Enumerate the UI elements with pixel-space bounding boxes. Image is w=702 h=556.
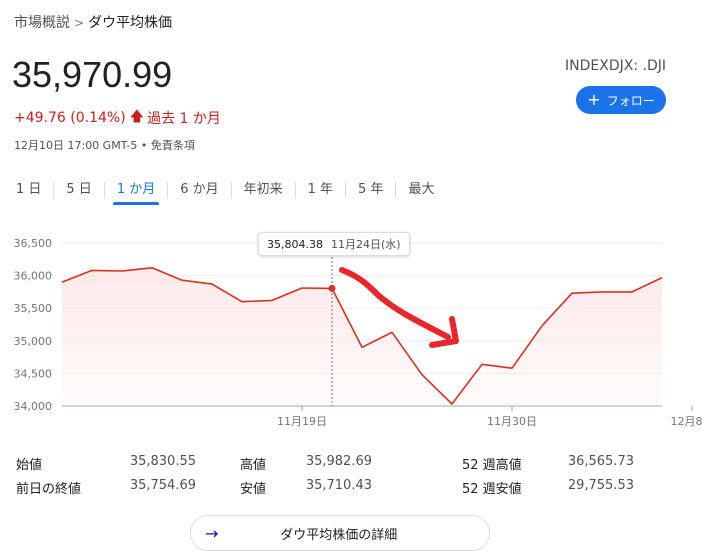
tab-1d[interactable]: 1 日	[4, 174, 53, 205]
price-change-period: 過去 1 か月	[147, 111, 221, 127]
breadcrumb: 市場概説 > ダウ平均株価	[14, 12, 172, 32]
stat-value-low: 35,710.43	[305, 478, 372, 493]
stat-label-high: 高値	[240, 458, 267, 473]
stat-label-prev-close: 前日の終値	[16, 482, 82, 497]
breadcrumb-separator: >	[74, 16, 85, 30]
stat-value-high: 35,982.69	[305, 454, 372, 469]
y-tick-label: 34,500	[14, 367, 53, 380]
price-change-value: +49.76 (0.14%)	[14, 110, 126, 126]
stat-value-prev-close: 35,754.69	[129, 478, 196, 493]
tab-1m[interactable]: 1 か月	[105, 174, 167, 205]
details-button[interactable]: → ダウ平均株価の詳細	[190, 515, 490, 551]
details-button-label: ダウ平均株価の詳細	[280, 527, 398, 543]
tab-ytd[interactable]: 年初来	[232, 174, 295, 205]
y-tick-label: 36,000	[14, 270, 53, 283]
y-tick-label: 35,500	[14, 302, 53, 315]
annotation-arrow-shaft	[339, 267, 451, 340]
y-tick-label: 35,000	[14, 335, 53, 348]
price-area-fill	[62, 267, 662, 406]
stat-value-52w-high: 36,565.73	[567, 454, 634, 469]
stat-value-open: 35,830.55	[129, 454, 196, 469]
stat-label-52w-high: 52 週高値	[462, 458, 522, 473]
hover-point	[328, 284, 336, 292]
stat-label-52w-low: 52 週安値	[462, 482, 522, 497]
tab-max[interactable]: 最大	[396, 174, 446, 205]
x-tick-label: 11月30日	[487, 415, 537, 428]
stat-label-open: 始値	[16, 458, 43, 473]
x-tick-label: 12月8日	[671, 415, 702, 428]
stat-label-low: 安値	[240, 482, 267, 497]
price-chart[interactable]: 36,500 36,000 35,500 35,000 34,500 34,000 11月1…	[0, 225, 702, 435]
price-chart-svg: 36,500 36,000 35,500 35,000 34,500 34,000 11月1…	[14, 237, 702, 428]
stat-value-52w-low: 29,755.53	[567, 478, 634, 493]
y-tick-label: 36,500	[14, 237, 53, 250]
range-tabs: 1 日 5 日 1 か月 6 か月 年初来 1 年 5 年 最大	[4, 174, 446, 205]
tab-1y[interactable]: 1 年	[296, 174, 345, 205]
chart-tooltip: 35,804.38 11月24日(水)	[258, 232, 410, 256]
tooltip-date: 11月24日(水)	[330, 238, 401, 251]
tab-6m[interactable]: 6 か月	[168, 174, 230, 205]
ticker-symbol: INDEXDJX: .DJI	[565, 58, 666, 74]
y-tick-label: 34,000	[14, 400, 53, 413]
breadcrumb-current: ダウ平均株価	[88, 15, 173, 31]
price-change: +49.76 (0.14%) 🡅 過去 1 か月	[14, 106, 221, 130]
follow-button-label: フォロー	[606, 93, 655, 108]
arrow-up-icon: 🡅	[129, 109, 145, 125]
breadcrumb-parent-link[interactable]: 市場概説	[14, 15, 70, 31]
tab-5y[interactable]: 5 年	[346, 174, 395, 205]
tooltip-value: 35,804.38	[267, 237, 323, 251]
tab-5d[interactable]: 5 日	[54, 174, 103, 205]
follow-button[interactable]: + フォロー	[576, 86, 666, 114]
stats-table: 始値 35,830.55 高値 35,982.69 52 週高値 36,565.…	[16, 450, 656, 498]
stats-row: 前日の終値 35,754.69 安値 35,710.43 52 週安値 29,7…	[16, 474, 656, 498]
arrow-right-icon: →	[205, 523, 219, 543]
plus-icon: +	[587, 90, 601, 109]
current-price: 35,970.99	[12, 54, 173, 95]
stats-row: 始値 35,830.55 高値 35,982.69 52 週高値 36,565.…	[16, 450, 656, 474]
x-tick-label: 11月19日	[277, 415, 327, 428]
quote-timestamp: 12月10日 17:00 GMT-5 • 免責条項	[14, 139, 195, 152]
